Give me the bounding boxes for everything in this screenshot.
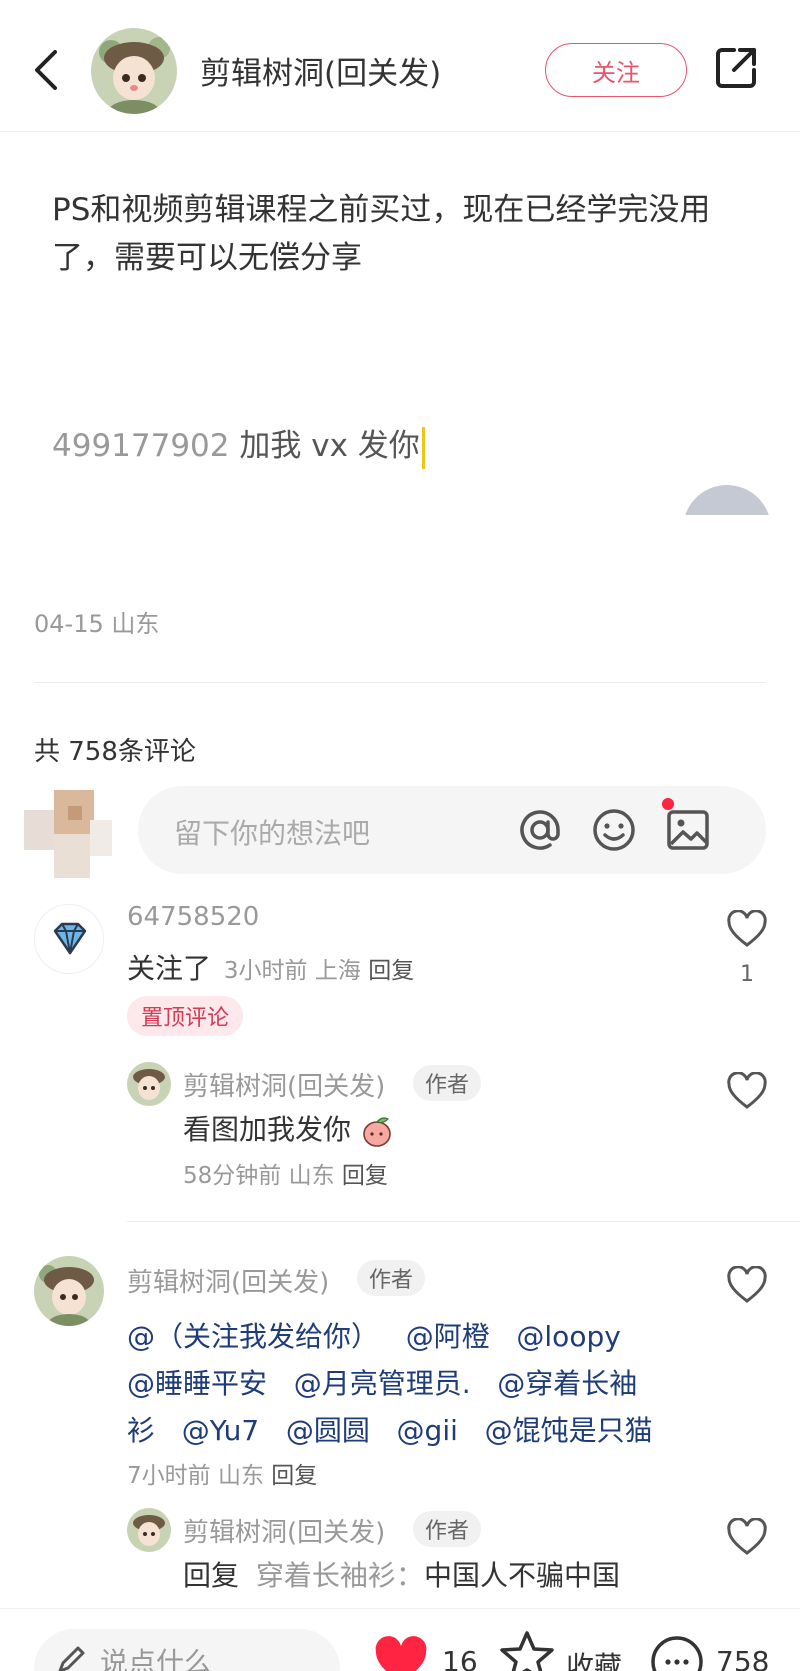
- chevron-left-icon: [35, 50, 57, 90]
- say-something-placeholder: 说点什么: [100, 1646, 213, 1671]
- commenter-avatar[interactable]: [34, 904, 104, 974]
- reply-prefix: 回复: [183, 1559, 240, 1592]
- section-divider: [34, 682, 766, 683]
- post-contact-line: 499177902 加我 vx 发你: [52, 420, 425, 469]
- back-button[interactable]: [26, 44, 66, 96]
- post-location: 山东: [111, 610, 160, 638]
- like-heart-icon[interactable]: [372, 1635, 430, 1671]
- top-nav-bar: 剪辑树洞(回关发) 关注: [0, 0, 800, 132]
- comment-count-label: 共 758条评论: [34, 737, 196, 767]
- author-avatar[interactable]: [91, 28, 177, 114]
- peach-emoji-icon: [363, 1117, 391, 1147]
- reply-button[interactable]: 回复: [368, 958, 414, 984]
- replier-avatar[interactable]: [127, 1508, 171, 1552]
- floating-action-button[interactable]: [683, 485, 771, 573]
- heart-icon[interactable]: [726, 910, 768, 948]
- contact-number: 499177902: [52, 428, 230, 464]
- heart-icon[interactable]: [726, 1266, 768, 1304]
- replier-name[interactable]: 剪辑树洞(回关发): [183, 1512, 385, 1549]
- mention-line-1[interactable]: @（关注我发给你） @阿橙 @loopy: [127, 1313, 621, 1360]
- emoji-icon[interactable]: [590, 806, 638, 854]
- at-mention-icon[interactable]: [516, 806, 564, 854]
- comment-meta: 3小时前 上海 回复: [224, 958, 414, 984]
- heart-icon[interactable]: [726, 1518, 768, 1556]
- reply-time: 58分钟前: [183, 1163, 282, 1189]
- comment-divider: [127, 1221, 800, 1222]
- author-badge: 作者: [413, 1065, 482, 1101]
- commenter-name[interactable]: 剪辑树洞(回关发): [127, 1262, 329, 1299]
- comment-location: 山东: [217, 1463, 264, 1489]
- pinned-comment-badge: 置顶评论: [127, 996, 244, 1036]
- follow-button[interactable]: 关注: [545, 43, 687, 97]
- reply-button[interactable]: 回复: [342, 1163, 388, 1189]
- share-icon: [716, 48, 756, 88]
- post-date-location: 04-15 山东: [34, 604, 159, 639]
- like-count: 1: [740, 962, 754, 987]
- reply-text: 看图加我发你: [183, 1106, 394, 1153]
- comment-time: 7小时前: [127, 1463, 211, 1489]
- comment-time: 3小时前: [223, 958, 308, 984]
- comment-body: 关注了: [127, 952, 212, 985]
- reply-meta: 58分钟前 山东 回复: [183, 1156, 388, 1190]
- my-avatar: [24, 790, 112, 878]
- reply-text: 回复 穿着长袖衫：中国人不骗中国: [183, 1552, 620, 1599]
- comment-bubble-icon[interactable]: [648, 1633, 706, 1671]
- commenter-name[interactable]: 64758520: [127, 902, 259, 932]
- post-body-text: PS和视频剪辑课程之前买过，现在已经学完没用了，需要可以无偿分享: [52, 192, 711, 276]
- contact-text: 加我 vx 发你: [239, 428, 420, 464]
- diamond-icon: [35, 905, 103, 973]
- say-something-input[interactable]: 说点什么: [34, 1629, 340, 1671]
- author-badge: 作者: [357, 1260, 426, 1296]
- comment-text: 关注了 3小时前 上海 回复: [127, 945, 414, 995]
- text-cursor: [421, 426, 425, 469]
- post-date: 04-15: [34, 610, 104, 638]
- post-comment-count: 758: [716, 1645, 770, 1671]
- comment-location: 上海: [314, 958, 361, 984]
- image-icon[interactable]: [664, 806, 712, 854]
- replier-name[interactable]: 剪辑树洞(回关发): [183, 1066, 385, 1103]
- mention-line-3[interactable]: 衫 @Yu7 @圆圆 @gii @馄饨是只猫: [127, 1407, 653, 1454]
- replier-avatar[interactable]: [127, 1062, 171, 1106]
- reply-body: 中国人不骗中国: [423, 1559, 620, 1592]
- commenter-avatar[interactable]: [34, 1256, 104, 1326]
- reply-body: 看图加我发你: [183, 1113, 352, 1146]
- comment-input-placeholder: 留下你的想法吧: [174, 817, 371, 850]
- favorite-label[interactable]: 收藏: [566, 1645, 622, 1671]
- pen-icon: [58, 1646, 85, 1671]
- comment-input[interactable]: 留下你的想法吧: [138, 786, 766, 874]
- author-badge: 作者: [413, 1511, 482, 1547]
- share-button[interactable]: [712, 44, 760, 92]
- post-like-count: 16: [442, 1645, 478, 1671]
- comment-meta: 7小时前 山东 回复: [127, 1456, 317, 1490]
- reply-target[interactable]: 穿着长袖衫：: [256, 1559, 424, 1592]
- author-name[interactable]: 剪辑树洞(回关发): [200, 48, 441, 93]
- reply-button[interactable]: 回复: [271, 1463, 317, 1489]
- mention-line-2[interactable]: @睡睡平安 @月亮管理员. @穿着长袖: [127, 1360, 637, 1407]
- star-icon[interactable]: [498, 1629, 556, 1671]
- bottom-action-bar: 说点什么 16 收藏 758: [0, 1608, 800, 1671]
- heart-icon[interactable]: [726, 1072, 768, 1110]
- reply-location: 山东: [288, 1163, 335, 1189]
